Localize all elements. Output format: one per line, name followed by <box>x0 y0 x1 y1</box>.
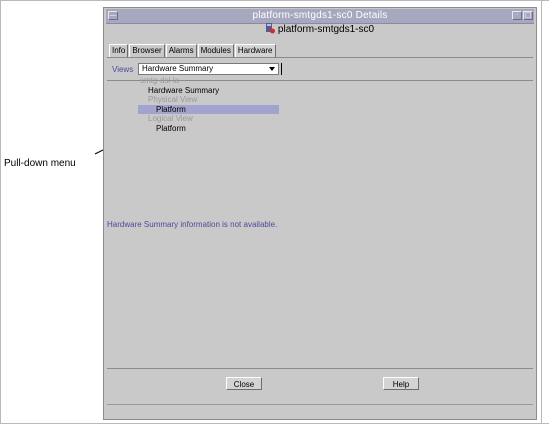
menu-item-hardware-summary[interactable]: Hardware Summary <box>138 86 279 96</box>
title-bar[interactable]: — platform-smtgds1-sc0 Details · □ <box>106 9 534 24</box>
menu-item-physical-platform[interactable]: Platform <box>138 104 279 115</box>
tab-bar: Info Browser Alarms Modules Hardware <box>109 44 276 58</box>
menu-group-host: smtg-dsl-la <box>140 76 180 85</box>
figure-border-left <box>0 0 1 424</box>
tab-alarms[interactable]: Alarms <box>165 44 197 57</box>
window-title: platform-smtgds1-sc0 Details <box>252 10 388 21</box>
views-dropdown-menu: smtg-dsl-la Hardware Summary Physical Vi… <box>138 76 279 134</box>
views-dropdown[interactable]: Hardware Summary <box>138 63 282 75</box>
tab-hardware[interactable]: Hardware <box>234 44 276 58</box>
maximize-icon[interactable]: □ <box>523 11 533 20</box>
figure-border-right <box>541 0 542 424</box>
close-button[interactable]: Close <box>226 377 262 390</box>
status-message: Hardware Summary information is not avai… <box>107 220 278 229</box>
bottom-divider <box>107 404 533 405</box>
tab-browser[interactable]: Browser <box>129 44 165 57</box>
figure-border-top <box>0 0 549 1</box>
menu-group-physical-view: Physical View <box>148 95 198 105</box>
tab-divider <box>107 57 533 58</box>
callout-label: Pull-down menu <box>4 158 76 169</box>
text-cursor <box>281 63 282 75</box>
host-status-icon <box>265 23 275 34</box>
minimize-icon[interactable]: · <box>512 11 522 20</box>
help-button[interactable]: Help <box>383 377 419 390</box>
views-label: Views <box>112 65 134 74</box>
views-selected-value: Hardware Summary <box>142 64 214 73</box>
tab-modules[interactable]: Modules <box>197 44 234 57</box>
menu-group-logical-view: Logical View <box>148 114 193 124</box>
tab-info[interactable]: Info <box>109 44 129 57</box>
details-window: — platform-smtgds1-sc0 Details · □ platf… <box>103 7 537 420</box>
button-divider <box>107 368 533 369</box>
host-header: platform-smtgds1-sc0 <box>104 23 536 39</box>
host-name: platform-smtgds1-sc0 <box>277 24 375 35</box>
chevron-down-icon[interactable] <box>269 67 275 71</box>
menu-item-logical-platform[interactable]: Platform <box>138 124 279 134</box>
